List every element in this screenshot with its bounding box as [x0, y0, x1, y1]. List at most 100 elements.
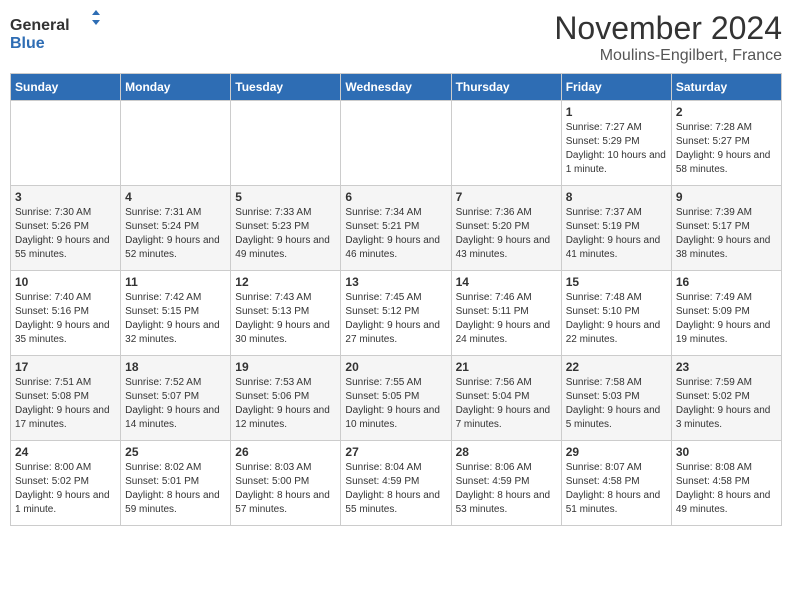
- day-number: 27: [345, 445, 446, 459]
- calendar-cell: 1 Sunrise: 7:27 AM Sunset: 5:29 PM Daylig…: [561, 101, 671, 186]
- day-number: 19: [235, 360, 336, 374]
- calendar-cell: [341, 101, 451, 186]
- day-info: Sunrise: 8:03 AM Sunset: 5:00 PM Dayligh…: [235, 461, 336, 517]
- day-info: Sunrise: 7:30 AM Sunset: 5:26 PM Dayligh…: [15, 206, 116, 262]
- calendar-cell: 18 Sunrise: 7:52 AM Sunset: 5:07 PM Dayli…: [121, 356, 231, 441]
- day-number: 20: [345, 360, 446, 374]
- day-info: Sunrise: 7:56 AM Sunset: 5:04 PM Dayligh…: [456, 376, 557, 432]
- calendar-cell: 15 Sunrise: 7:48 AM Sunset: 5:10 PM Dayli…: [561, 271, 671, 356]
- day-number: 6: [345, 190, 446, 204]
- calendar-cell: 14Sunrise: 7:46 AM Sunset: 5:11 PM Dayli…: [451, 271, 561, 356]
- calendar-cell: 28 Sunrise: 8:06 AM Sunset: 4:59 PM Dayli…: [451, 441, 561, 526]
- day-number: 10: [15, 275, 116, 289]
- weekday-header-sunday: Sunday: [11, 74, 121, 101]
- calendar-cell: 25Sunrise: 8:02 AM Sunset: 5:01 PM Dayli…: [121, 441, 231, 526]
- day-info: Sunrise: 7:34 AM Sunset: 5:21 PM Dayligh…: [345, 206, 446, 262]
- day-info: Sunrise: 7:42 AM Sunset: 5:15 PM Dayligh…: [125, 291, 226, 347]
- calendar-cell: 10 Sunrise: 7:40 AM Sunset: 5:16 PM Dayli…: [11, 271, 121, 356]
- day-info: Sunrise: 7:43 AM Sunset: 5:13 PM Dayligh…: [235, 291, 336, 347]
- day-info: Sunrise: 8:00 AM Sunset: 5:02 PM Dayligh…: [15, 461, 116, 517]
- calendar-cell: [231, 101, 341, 186]
- calendar-week-row: 3 Sunrise: 7:30 AM Sunset: 5:26 PM Daylig…: [11, 186, 782, 271]
- day-number: 7: [456, 190, 557, 204]
- day-info: Sunrise: 7:45 AM Sunset: 5:12 PM Dayligh…: [345, 291, 446, 347]
- calendar-cell: 2 Sunrise: 7:28 AM Sunset: 5:27 PM Daylig…: [671, 101, 781, 186]
- day-info: Sunrise: 7:55 AM Sunset: 5:05 PM Dayligh…: [345, 376, 446, 432]
- svg-text:General: General: [10, 17, 70, 34]
- weekday-header-row: SundayMondayTuesdayWednesdayThursdayFrid…: [11, 74, 782, 101]
- calendar-cell: [121, 101, 231, 186]
- day-info: Sunrise: 8:04 AM Sunset: 4:59 PM Dayligh…: [345, 461, 446, 517]
- calendar-table: SundayMondayTuesdayWednesdayThursdayFrid…: [10, 73, 782, 526]
- calendar-cell: 4 Sunrise: 7:31 AM Sunset: 5:24 PM Daylig…: [121, 186, 231, 271]
- day-info: Sunrise: 7:58 AM Sunset: 5:03 PM Dayligh…: [566, 376, 667, 432]
- calendar-cell: 5Sunrise: 7:33 AM Sunset: 5:23 PM Daylig…: [231, 186, 341, 271]
- day-number: 18: [125, 360, 226, 374]
- day-number: 15: [566, 275, 667, 289]
- day-info: Sunrise: 7:49 AM Sunset: 5:09 PM Dayligh…: [676, 291, 777, 347]
- calendar-cell: 24 Sunrise: 8:00 AM Sunset: 5:02 PM Dayli…: [11, 441, 121, 526]
- day-info: Sunrise: 7:40 AM Sunset: 5:16 PM Dayligh…: [15, 291, 116, 347]
- day-number: 2: [676, 105, 777, 119]
- day-number: 13: [345, 275, 446, 289]
- calendar-cell: 23Sunrise: 7:59 AM Sunset: 5:02 PM Dayli…: [671, 356, 781, 441]
- day-info: Sunrise: 8:06 AM Sunset: 4:59 PM Dayligh…: [456, 461, 557, 517]
- day-info: Sunrise: 7:27 AM Sunset: 5:29 PM Dayligh…: [566, 121, 667, 177]
- day-info: Sunrise: 7:31 AM Sunset: 5:24 PM Dayligh…: [125, 206, 226, 262]
- day-info: Sunrise: 7:52 AM Sunset: 5:07 PM Dayligh…: [125, 376, 226, 432]
- day-number: 8: [566, 190, 667, 204]
- weekday-header-thursday: Thursday: [451, 74, 561, 101]
- weekday-header-saturday: Saturday: [671, 74, 781, 101]
- day-info: Sunrise: 7:33 AM Sunset: 5:23 PM Dayligh…: [235, 206, 336, 262]
- day-number: 1: [566, 105, 667, 119]
- day-info: Sunrise: 8:08 AM Sunset: 4:58 PM Dayligh…: [676, 461, 777, 517]
- calendar-cell: 26 Sunrise: 8:03 AM Sunset: 5:00 PM Dayli…: [231, 441, 341, 526]
- day-number: 21: [456, 360, 557, 374]
- calendar-cell: 21 Sunrise: 7:56 AM Sunset: 5:04 PM Dayli…: [451, 356, 561, 441]
- calendar-cell: [451, 101, 561, 186]
- day-info: Sunrise: 7:53 AM Sunset: 5:06 PM Dayligh…: [235, 376, 336, 432]
- calendar-cell: 7Sunrise: 7:36 AM Sunset: 5:20 PM Daylig…: [451, 186, 561, 271]
- location: Moulins-Engilbert, France: [554, 47, 782, 65]
- day-info: Sunrise: 7:37 AM Sunset: 5:19 PM Dayligh…: [566, 206, 667, 262]
- calendar-week-row: 1 Sunrise: 7:27 AM Sunset: 5:29 PM Daylig…: [11, 101, 782, 186]
- weekday-header-wednesday: Wednesday: [341, 74, 451, 101]
- day-number: 14: [456, 275, 557, 289]
- day-number: 9: [676, 190, 777, 204]
- day-number: 30: [676, 445, 777, 459]
- calendar-cell: 29Sunrise: 8:07 AM Sunset: 4:58 PM Dayli…: [561, 441, 671, 526]
- calendar-cell: 12 Sunrise: 7:43 AM Sunset: 5:13 PM Dayli…: [231, 271, 341, 356]
- day-info: Sunrise: 7:51 AM Sunset: 5:08 PM Dayligh…: [15, 376, 116, 432]
- calendar-cell: 27 Sunrise: 8:04 AM Sunset: 4:59 PM Dayli…: [341, 441, 451, 526]
- calendar-cell: 9 Sunrise: 7:39 AM Sunset: 5:17 PM Daylig…: [671, 186, 781, 271]
- calendar-cell: 30 Sunrise: 8:08 AM Sunset: 4:58 PM Dayli…: [671, 441, 781, 526]
- weekday-header-friday: Friday: [561, 74, 671, 101]
- calendar-cell: 6 Sunrise: 7:34 AM Sunset: 5:21 PM Daylig…: [341, 186, 451, 271]
- day-number: 4: [125, 190, 226, 204]
- day-number: 26: [235, 445, 336, 459]
- calendar-cell: 17 Sunrise: 7:51 AM Sunset: 5:08 PM Dayli…: [11, 356, 121, 441]
- svg-text:Blue: Blue: [10, 35, 45, 52]
- page-header: General Blue November 2024 Moulins-Engil…: [10, 10, 782, 65]
- day-number: 22: [566, 360, 667, 374]
- month-title: November 2024: [554, 10, 782, 47]
- calendar-cell: 11Sunrise: 7:42 AM Sunset: 5:15 PM Dayli…: [121, 271, 231, 356]
- calendar-cell: 3 Sunrise: 7:30 AM Sunset: 5:26 PM Daylig…: [11, 186, 121, 271]
- calendar-cell: [11, 101, 121, 186]
- day-info: Sunrise: 7:59 AM Sunset: 5:02 PM Dayligh…: [676, 376, 777, 432]
- title-block: November 2024 Moulins-Engilbert, France: [554, 10, 782, 65]
- day-number: 12: [235, 275, 336, 289]
- logo: General Blue: [10, 10, 100, 55]
- day-number: 17: [15, 360, 116, 374]
- day-info: Sunrise: 7:48 AM Sunset: 5:10 PM Dayligh…: [566, 291, 667, 347]
- day-info: Sunrise: 8:07 AM Sunset: 4:58 PM Dayligh…: [566, 461, 667, 517]
- calendar-cell: 8 Sunrise: 7:37 AM Sunset: 5:19 PM Daylig…: [561, 186, 671, 271]
- day-info: Sunrise: 7:39 AM Sunset: 5:17 PM Dayligh…: [676, 206, 777, 262]
- day-number: 28: [456, 445, 557, 459]
- day-number: 3: [15, 190, 116, 204]
- logo-svg: General Blue: [10, 10, 100, 55]
- calendar-week-row: 17 Sunrise: 7:51 AM Sunset: 5:08 PM Dayli…: [11, 356, 782, 441]
- day-number: 24: [15, 445, 116, 459]
- day-info: Sunrise: 7:28 AM Sunset: 5:27 PM Dayligh…: [676, 121, 777, 177]
- calendar-cell: 13 Sunrise: 7:45 AM Sunset: 5:12 PM Dayli…: [341, 271, 451, 356]
